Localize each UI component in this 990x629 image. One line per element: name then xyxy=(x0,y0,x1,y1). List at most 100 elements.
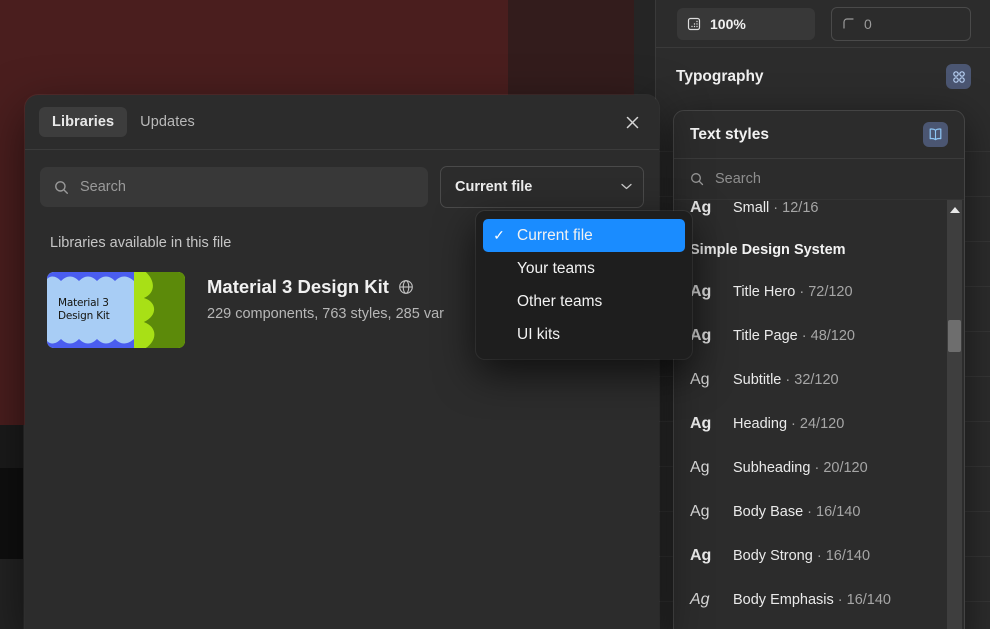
menu-item-ui-kits[interactable]: UI kits xyxy=(483,318,685,351)
typography-title: Typography xyxy=(676,67,764,85)
thumbnail-label-line1: Material 3 xyxy=(58,296,109,309)
canvas-block-c xyxy=(0,559,23,629)
style-preview-ag: Ag xyxy=(690,283,712,300)
library-meta: Material 3 Design Kit 229 components, 76… xyxy=(207,272,444,322)
style-name: Body Strong xyxy=(733,548,813,564)
style-preview-ag: Ag xyxy=(690,459,710,476)
style-preview-ag: Ag xyxy=(690,415,712,432)
style-label: Title Page · 48/120 xyxy=(733,328,855,344)
opacity-field[interactable]: 100% xyxy=(677,7,815,40)
style-size: 48/120 xyxy=(810,328,855,344)
thumbnail-green-panel xyxy=(133,272,185,348)
search-icon xyxy=(54,180,69,195)
text-styles-header: Text styles xyxy=(674,111,964,159)
text-style-row[interactable]: Ag Body Strong · 16/140 xyxy=(674,534,946,578)
text-styles-search[interactable]: Search xyxy=(674,159,964,200)
libraries-search-placeholder: Search xyxy=(80,179,126,195)
text-styles-search-placeholder: Search xyxy=(715,171,761,187)
text-style-row[interactable]: Ag Subheading · 20/120 xyxy=(674,446,946,490)
style-preview-ag: Ag xyxy=(690,371,710,388)
style-name: Heading xyxy=(733,416,788,432)
menu-item-label: Current file xyxy=(517,226,593,244)
style-name: Title Hero xyxy=(733,284,796,300)
style-name: Body Emphasis xyxy=(733,592,834,608)
text-style-row[interactable]: Ag Body Base · 16/140 xyxy=(674,490,946,534)
typography-section-header: Typography xyxy=(656,48,990,105)
style-preview-ag: Ag xyxy=(690,503,710,520)
library-title: Material 3 Design Kit xyxy=(207,276,389,297)
book-icon[interactable] xyxy=(923,122,948,147)
opacity-icon xyxy=(687,17,701,31)
tab-updates[interactable]: Updates xyxy=(127,107,208,137)
text-style-row[interactable]: Ag Body Emphasis · 16/140 xyxy=(674,578,946,622)
style-size: 16/140 xyxy=(816,504,861,520)
text-styles-panel: Text styles Search Ag Small · 12/16 Simp… xyxy=(673,110,965,629)
text-styles-group-label: Simple Design System xyxy=(690,242,846,258)
menu-item-label: Your teams xyxy=(517,259,595,277)
library-scope-select[interactable]: Current file xyxy=(440,166,644,208)
corner-radius-value: 0 xyxy=(864,15,872,32)
globe-icon xyxy=(398,279,414,295)
thumbnail-label: Material 3 Design Kit xyxy=(58,297,110,323)
style-label: Subheading · 20/120 xyxy=(733,460,868,476)
library-title-row: Material 3 Design Kit xyxy=(207,276,444,298)
style-label: Body Base · 16/140 xyxy=(733,504,861,520)
style-name: Title Page xyxy=(733,328,798,344)
libraries-modal: Libraries Updates Search Current file Li… xyxy=(25,95,692,629)
canvas-block-b xyxy=(0,468,23,559)
style-size: 32/120 xyxy=(794,372,839,388)
search-icon xyxy=(690,172,704,186)
style-size: 20/120 xyxy=(823,460,868,476)
library-thumbnail: Material 3 Design Kit xyxy=(47,272,185,348)
style-label: Title Hero · 72/120 xyxy=(733,284,853,300)
text-style-row[interactable]: Ag Title Hero · 72/120 xyxy=(674,270,946,314)
text-style-row[interactable]: Ag Heading · 24/120 xyxy=(674,402,946,446)
style-name: Body Base xyxy=(733,504,804,520)
libraries-modal-header: Libraries Updates xyxy=(25,95,659,150)
canvas-block-a xyxy=(0,425,23,468)
style-label: Subtitle · 32/120 xyxy=(733,372,839,388)
style-size: 72/120 xyxy=(808,284,853,300)
corner-radius-icon xyxy=(842,17,855,30)
library-subtitle: 229 components, 763 styles, 285 var xyxy=(207,306,444,322)
inspector-top-controls: 100% 0 xyxy=(656,0,990,47)
scrollbar-thumb[interactable] xyxy=(948,320,961,352)
menu-item-label: Other teams xyxy=(517,292,603,310)
close-icon xyxy=(626,116,638,128)
scrollbar-up-arrow-icon[interactable] xyxy=(947,202,962,217)
style-size: 16/140 xyxy=(825,548,871,564)
opacity-value: 100% xyxy=(710,15,746,32)
tab-libraries[interactable]: Libraries xyxy=(39,107,128,137)
check-icon: ✓ xyxy=(493,227,505,243)
close-button[interactable] xyxy=(619,109,645,135)
menu-item-your-teams[interactable]: Your teams xyxy=(483,252,685,285)
components-grid-icon[interactable] xyxy=(946,64,971,89)
app-root: 100% 0 Typography Text styles Search Ag … xyxy=(0,0,990,629)
menu-item-current-file[interactable]: ✓ Current file xyxy=(483,219,685,252)
text-styles-scrollport: Ag Small · 12/16 Simple Design System Ag… xyxy=(674,200,946,622)
style-preview-ag: Ag xyxy=(690,591,710,608)
text-style-row[interactable]: Ag Subtitle · 32/120 xyxy=(674,358,946,402)
text-style-row[interactable]: Ag Title Page · 48/120 xyxy=(674,314,946,358)
menu-item-label: UI kits xyxy=(517,325,561,343)
style-name: Small xyxy=(733,200,770,216)
text-styles-title: Text styles xyxy=(690,125,769,143)
text-style-row-clipped[interactable]: Ag Small · 12/16 xyxy=(674,200,946,230)
library-scope-value: Current file xyxy=(455,179,533,195)
chevron-down-icon xyxy=(621,182,632,193)
style-preview-ag: Ag xyxy=(690,327,712,344)
style-size: 24/120 xyxy=(799,416,845,432)
style-size: 16/140 xyxy=(846,592,891,608)
corner-radius-field[interactable]: 0 xyxy=(831,6,971,41)
libraries-search-input[interactable]: Search xyxy=(40,167,428,207)
style-name: Subtitle xyxy=(733,372,782,388)
style-label: Body Strong · 16/140 xyxy=(733,548,871,564)
menu-item-other-teams[interactable]: Other teams xyxy=(483,285,685,318)
text-styles-scrollbar[interactable] xyxy=(947,200,962,629)
style-preview-ag: Ag xyxy=(690,200,712,216)
libraries-search-row: Search Current file xyxy=(25,150,659,208)
thumbnail-label-line2: Design Kit xyxy=(58,310,110,322)
text-styles-list: Ag Small · 12/16 Simple Design System Ag… xyxy=(674,200,964,629)
style-preview-ag: Ag xyxy=(690,547,712,564)
style-size: 12/16 xyxy=(782,200,819,216)
